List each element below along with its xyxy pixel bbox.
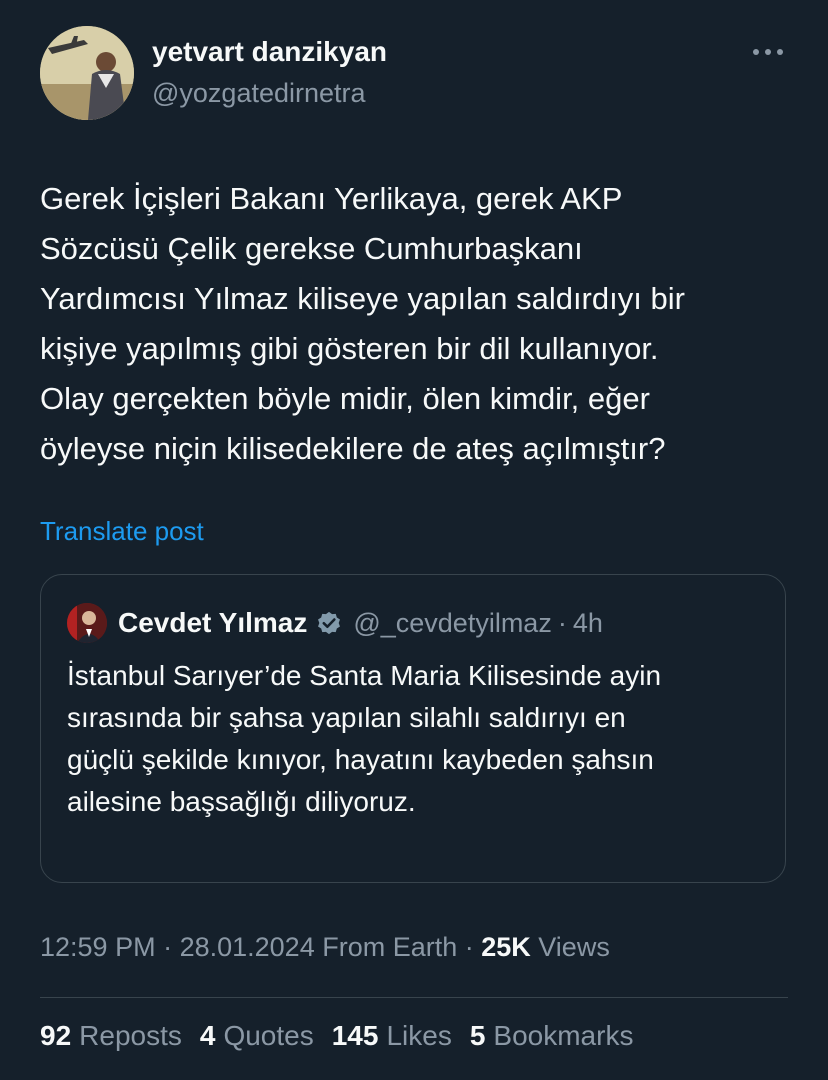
tweet-time[interactable]: 12:59 PM bbox=[40, 932, 156, 962]
quoted-tweet-text: İstanbul Sarıyer’de Santa Maria Kilisesi… bbox=[67, 660, 662, 817]
author-name[interactable]: yetvart danzikyan bbox=[152, 36, 387, 68]
separator-dot: · bbox=[557, 607, 567, 638]
more-horizontal-icon[interactable] bbox=[748, 40, 788, 64]
bookmarks-stat[interactable]: 5 Bookmarks bbox=[470, 1020, 634, 1052]
author-avatar[interactable] bbox=[40, 26, 134, 120]
tweet-text: Gerek İçişleri Bakanı Yerlikaya, gerek A… bbox=[40, 181, 685, 466]
quoted-author-avatar bbox=[67, 603, 107, 643]
tweet-source: From Earth bbox=[314, 932, 458, 962]
stat-label: Bookmarks bbox=[493, 1020, 634, 1051]
views-label: Views bbox=[530, 932, 610, 962]
quoted-tweet-time: 4h bbox=[572, 607, 603, 638]
meta-separator: · bbox=[457, 932, 482, 962]
engagement-stats: 92 Reposts 4 Quotes 145 Likes 5 Bookmarks bbox=[40, 1020, 651, 1052]
meta-separator: · bbox=[155, 932, 180, 962]
reposts-stat[interactable]: 92 Reposts bbox=[40, 1020, 182, 1052]
author-handle[interactable]: @yozgatedirnetra bbox=[152, 78, 366, 109]
stat-label: Likes bbox=[386, 1020, 452, 1051]
stat-count: 4 bbox=[199, 1020, 216, 1051]
quoted-author-name: Cevdet Yılmaz bbox=[118, 607, 308, 638]
quoted-tweet-header: Cevdet Yılmaz @_cevdetyilmaz · 4h bbox=[118, 603, 603, 643]
tweet-header: yetvart danzikyan @yozgatedirnetra bbox=[40, 26, 788, 122]
views-count: 25K bbox=[481, 932, 531, 962]
quoted-author-handle: @_cevdetyilmaz bbox=[353, 607, 552, 638]
stat-count: 5 bbox=[469, 1020, 486, 1051]
stat-label: Reposts bbox=[79, 1020, 182, 1051]
likes-stat[interactable]: 145 Likes bbox=[332, 1020, 452, 1052]
translate-post-link[interactable]: Translate post bbox=[40, 516, 204, 547]
stat-label: Quotes bbox=[223, 1020, 314, 1051]
verified-badge-icon bbox=[315, 609, 343, 637]
stat-count: 145 bbox=[331, 1020, 379, 1051]
tweet-meta: 12:59 PM · 28.01.2024 From Earth · 25K V… bbox=[40, 932, 610, 963]
tweet-date[interactable]: 28.01.2024 bbox=[180, 932, 315, 962]
stat-count: 92 bbox=[40, 1020, 72, 1051]
divider bbox=[40, 997, 788, 998]
quoted-tweet-card[interactable]: Cevdet Yılmaz @_cevdetyilmaz · 4h İstanb… bbox=[40, 574, 786, 883]
quotes-stat[interactable]: 4 Quotes bbox=[200, 1020, 314, 1052]
